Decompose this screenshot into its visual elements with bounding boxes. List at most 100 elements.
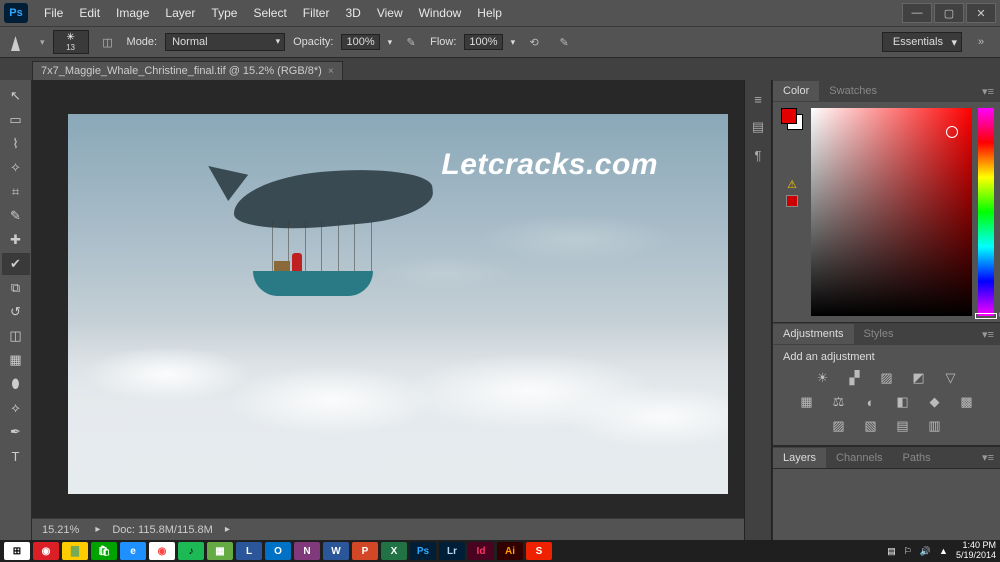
outlook-icon[interactable]: O	[265, 542, 291, 560]
menu-file[interactable]: File	[36, 6, 71, 20]
system-clock[interactable]: 1:40 PM 5/19/2014	[956, 541, 996, 561]
adobe-cc-icon[interactable]: ◉	[33, 542, 59, 560]
adj-vibrance-icon[interactable]: ▽	[940, 369, 962, 387]
character-icon[interactable]: ¶	[748, 146, 768, 164]
current-tool-icon[interactable]	[8, 30, 32, 54]
foreground-color-swatch[interactable]	[781, 108, 797, 124]
brush-tool[interactable]: ✔	[2, 253, 30, 275]
menu-image[interactable]: Image	[108, 6, 157, 20]
menu-edit[interactable]: Edit	[71, 6, 108, 20]
hue-slider[interactable]: ▸	[978, 108, 994, 316]
eyedropper-tool[interactable]: ✎	[2, 205, 30, 227]
adj-exposure-icon[interactable]: ◩	[908, 369, 930, 387]
tab-paths[interactable]: Paths	[893, 448, 941, 468]
dodge-tool[interactable]: ⟡	[2, 397, 30, 419]
workspace-switcher[interactable]: Essentials	[882, 32, 962, 52]
explorer-icon[interactable]: ▇	[62, 542, 88, 560]
pen-tool[interactable]: ✒	[2, 421, 30, 443]
clone-stamp-tool[interactable]: ⧉	[2, 277, 30, 299]
adj-colorlookup-icon[interactable]: ▩	[956, 393, 978, 411]
opacity-dropdown-icon[interactable]: ▾	[388, 37, 393, 48]
blur-tool[interactable]: ⬮	[2, 373, 30, 395]
blend-mode-dropdown[interactable]: Normal	[165, 33, 285, 51]
app-icon[interactable]: ▦	[207, 542, 233, 560]
word-icon[interactable]: W	[323, 542, 349, 560]
document-tab[interactable]: 7x7_Maggie_Whale_Christine_final.tif @ 1…	[32, 61, 343, 80]
onenote-icon[interactable]: N	[294, 542, 320, 560]
eraser-tool[interactable]: ◫	[2, 325, 30, 347]
document-canvas[interactable]: Letcracks.com	[68, 114, 728, 494]
menu-layer[interactable]: Layer	[157, 6, 203, 20]
sogou-icon[interactable]: S	[526, 542, 552, 560]
tray-volume-icon[interactable]: 🔊	[920, 546, 931, 557]
adj-invert-icon[interactable]: ▨	[828, 417, 850, 435]
adj-curves-icon[interactable]: ▨	[876, 369, 898, 387]
expand-panels-icon[interactable]: »	[970, 31, 992, 53]
flow-dropdown-icon[interactable]: ▾	[511, 37, 516, 48]
tray-icon[interactable]: ▤	[887, 546, 896, 557]
spotify-icon[interactable]: ♪	[178, 542, 204, 560]
tab-layers[interactable]: Layers	[773, 448, 826, 468]
panel-menu-icon[interactable]: ▾≡	[976, 85, 1000, 98]
lasso-tool[interactable]: ⌇	[2, 133, 30, 155]
maximize-button[interactable]: ▢	[934, 3, 964, 23]
brush-preset-picker[interactable]: ✳ 13	[53, 30, 89, 54]
panel-menu-icon[interactable]: ▾≡	[976, 451, 1000, 464]
powerpoint-icon[interactable]: P	[352, 542, 378, 560]
adj-posterize-icon[interactable]: ▧	[860, 417, 882, 435]
history-icon[interactable]: ≡	[748, 90, 768, 108]
lync-icon[interactable]: L	[236, 542, 262, 560]
adj-colorbalance-icon[interactable]: ⚖	[828, 393, 850, 411]
healing-brush-tool[interactable]: ✚	[2, 229, 30, 251]
tab-swatches[interactable]: Swatches	[819, 81, 887, 101]
history-brush-tool[interactable]: ↺	[2, 301, 30, 323]
ie-icon[interactable]: e	[120, 542, 146, 560]
menu-select[interactable]: Select	[245, 6, 294, 20]
tablet-pressure-opacity-icon[interactable]: ✎	[400, 31, 422, 53]
store-icon[interactable]: 🛍	[91, 542, 117, 560]
magic-wand-tool[interactable]: ✧	[2, 157, 30, 179]
tray-flag-icon[interactable]: ⚐	[904, 546, 912, 557]
menu-3d[interactable]: 3D	[337, 6, 368, 20]
excel-icon[interactable]: X	[381, 542, 407, 560]
dropdown-arrow-icon[interactable]: ▾	[40, 37, 45, 48]
brush-panel-toggle-icon[interactable]: ◫	[97, 31, 119, 53]
crop-tool[interactable]: ⌗	[2, 181, 30, 203]
menu-filter[interactable]: Filter	[295, 6, 338, 20]
marquee-tool[interactable]: ▭	[2, 109, 30, 131]
status-menu-icon[interactable]: ▸	[225, 524, 230, 535]
gamut-warning-icon[interactable]: ⚠	[787, 178, 797, 191]
adj-levels-icon[interactable]: ▞	[844, 369, 866, 387]
color-field-picker[interactable]	[811, 108, 972, 316]
lightroom-icon[interactable]: Lr	[439, 542, 465, 560]
properties-icon[interactable]: ▤	[748, 118, 768, 136]
move-tool[interactable]: ↖	[2, 85, 30, 107]
adj-channelmixer-icon[interactable]: ◆	[924, 393, 946, 411]
menu-view[interactable]: View	[369, 6, 411, 20]
tablet-pressure-size-icon[interactable]: ✎	[553, 31, 575, 53]
hue-slider-thumb[interactable]	[975, 313, 997, 319]
panel-menu-icon[interactable]: ▾≡	[976, 328, 1000, 341]
chrome-icon[interactable]: ◉	[149, 542, 175, 560]
tab-color[interactable]: Color	[773, 81, 819, 101]
adj-brightness-icon[interactable]: ☀	[812, 369, 834, 387]
canvas-area[interactable]: Letcracks.com	[32, 80, 744, 518]
close-button[interactable]: ✕	[966, 3, 996, 23]
zoom-dropdown-icon[interactable]: ▸	[95, 524, 100, 535]
tab-channels[interactable]: Channels	[826, 448, 892, 468]
photoshop-icon[interactable]: Ps	[410, 542, 436, 560]
type-tool[interactable]: T	[2, 445, 30, 467]
tab-adjustments[interactable]: Adjustments	[773, 324, 854, 344]
start-icon[interactable]: ⊞	[4, 542, 30, 560]
zoom-level[interactable]: 15.21%	[38, 523, 83, 537]
gradient-tool[interactable]: ▦	[2, 349, 30, 371]
adj-gradientmap-icon[interactable]: ▥	[924, 417, 946, 435]
gamut-warning-swatch[interactable]	[786, 195, 798, 207]
menu-window[interactable]: Window	[411, 6, 470, 20]
flow-input[interactable]: 100%	[464, 34, 502, 50]
illustrator-icon[interactable]: Ai	[497, 542, 523, 560]
adj-bw-icon[interactable]: ◐	[860, 393, 882, 411]
opacity-input[interactable]: 100%	[341, 34, 379, 50]
menu-help[interactable]: Help	[469, 6, 510, 20]
airbrush-icon[interactable]: ⟲	[523, 31, 545, 53]
